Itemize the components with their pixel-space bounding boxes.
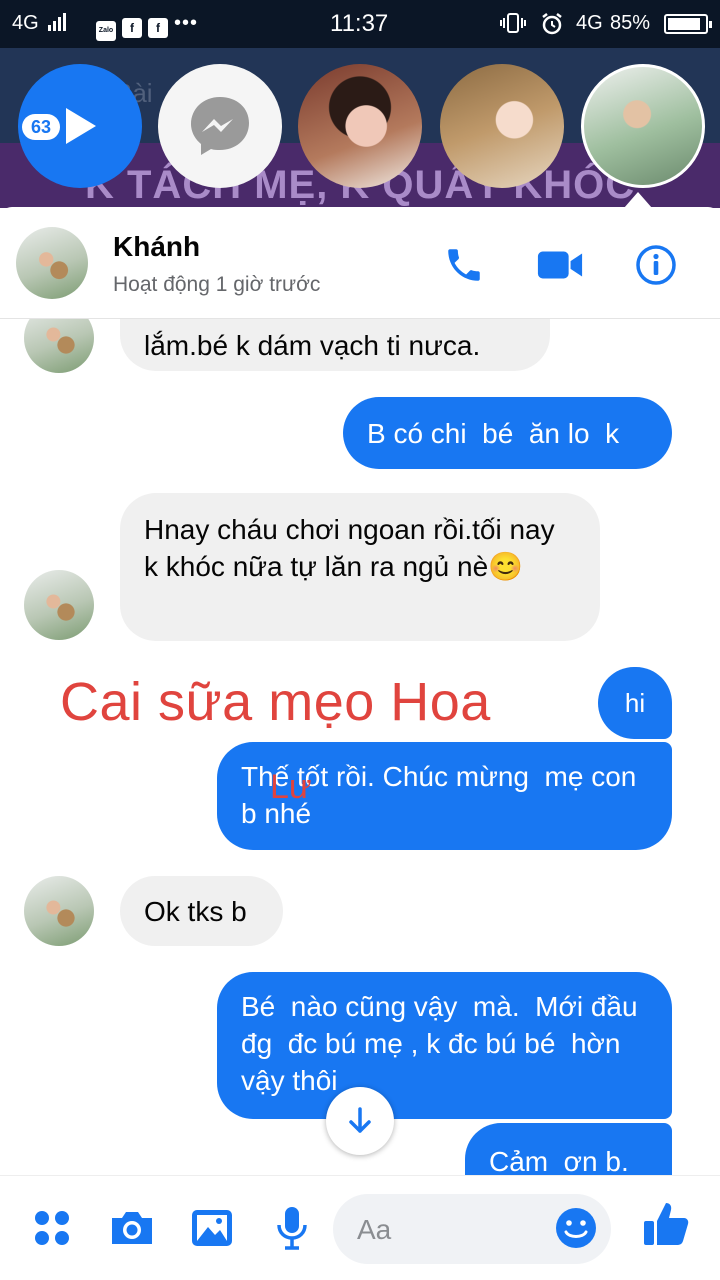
contact-avatar-small [24,876,94,946]
phone-icon[interactable] [440,241,488,289]
contact-avatar[interactable] [16,227,88,299]
message-bubble-outgoing[interactable]: B có chi bé ăn lo k [343,397,672,469]
message-text: B có chi bé ăn lo k [367,417,620,449]
message-bubble-outgoing[interactable]: hi [598,667,672,739]
contact-name[interactable]: Khánh [113,231,200,263]
network-indicator-left: 4G [12,12,67,35]
facebook-icon-2: f [148,18,168,38]
chat-heads-bar: Bài K TÁCH MẸ, K QUẤY KHÓC 63 [0,48,720,208]
video-camera-icon[interactable] [536,241,584,289]
status-bar: 4G Zalo f f ••• 11:37 4G 85% [0,0,720,48]
scroll-to-bottom-button[interactable] [326,1087,394,1155]
play-icon [66,108,96,144]
clock: 11:37 [330,10,389,37]
message-list[interactable]: lắm.bé k dám vạch ti nưca. B có chi bé ă… [0,319,720,1175]
message-bubble-incoming[interactable]: Hnay cháu chơi ngoan rồi.tối nay k khóc … [120,493,600,641]
info-icon[interactable] [632,241,680,289]
image-icon[interactable] [188,1204,236,1252]
alarm-icon [540,12,564,42]
more-notifications-icon: ••• [174,12,199,34]
network-type-label: 4G [12,12,39,34]
signal-icon [48,13,67,31]
network-indicator-right: 4G [576,12,603,35]
message-bubble-outgoing[interactable]: Bé nào cũng vậy mà. Mới đầu đg đc bú mẹ … [217,972,672,1119]
message-text: lắm.bé k dám vạch ti nưca. [144,329,481,361]
message-text: Cảm ơn b. [489,1146,629,1175]
network-type-label-right: 4G [576,12,603,34]
message-bubble-outgoing[interactable]: Cảm ơn b. [465,1123,672,1175]
zalo-icon: Zalo [96,21,116,41]
watermark-text-2: Lư [270,768,312,806]
activity-status: Hoạt động 1 giờ trước [113,273,321,296]
watermark-text: Cai sữa mẹo Hoa [60,672,491,732]
contact-avatar-small [24,319,94,373]
emoji-icon[interactable] [552,1204,600,1252]
message-text: hi [624,687,646,718]
unread-count-badge: 63 [22,114,60,140]
camera-icon[interactable] [108,1204,156,1252]
facebook-icon: f [122,18,142,38]
composer-bar: Aa [0,1175,720,1280]
conversation-header: Khánh Hoạt động 1 giờ trước [0,207,720,319]
notification-icons: Zalo f f ••• [96,12,198,41]
message-text: Hnay cháu chơi ngoan rồi.tối nay k khóc … [144,514,555,582]
message-bubble-incoming[interactable]: Ok tks b [120,876,283,946]
chat-head-contact-1[interactable] [298,64,422,188]
thumbs-up-icon[interactable] [642,1200,690,1248]
chat-head-contact-3[interactable] [581,64,705,188]
messenger-icon [191,97,249,155]
message-text: Ok tks b [144,895,247,927]
active-chat-caret [624,192,652,208]
battery-percent: 85% [610,12,651,34]
microphone-icon[interactable] [268,1204,316,1252]
arrow-down-icon [349,1107,371,1133]
message-bubble-incoming[interactable]: lắm.bé k dám vạch ti nưca. [120,319,550,371]
message-input-placeholder: Aa [357,1214,392,1245]
battery-icon [664,13,712,36]
apps-icon[interactable] [28,1204,76,1252]
chat-head-contact-2[interactable] [440,64,564,188]
message-text: Bé nào cũng vậy mà. Mới đầu đg đc bú mẹ … [241,991,654,1096]
vibrate-icon [500,12,526,40]
contact-avatar-small [24,570,94,640]
chat-head-messenger[interactable] [158,64,282,188]
